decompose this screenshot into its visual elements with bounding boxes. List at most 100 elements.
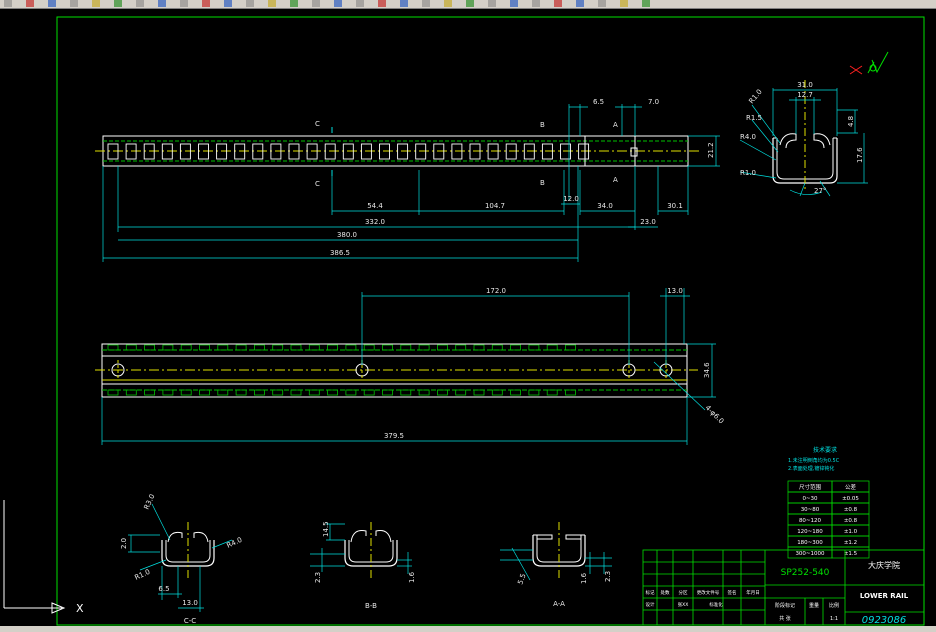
scale-value: 1:1 [830, 616, 838, 622]
notch-bottom [144, 389, 156, 396]
aa-dim-5-5: 5.5 [516, 572, 527, 585]
notch-top [565, 344, 576, 351]
notch-bottom [363, 389, 375, 396]
notch-bottom [162, 389, 174, 396]
notes-title: 技术要求 [813, 446, 837, 454]
stage-mark-label: 阶段标记 [775, 602, 795, 609]
notch-bottom [400, 389, 412, 396]
tolerance-table: 尺寸范围 公差 0~30 ±0.05 30~80 ±0.8 80~120 ±0.8 120~18… [787, 480, 870, 559]
front-view: 172.0 13.0 34.6 379.5 4-φ6.0 [95, 287, 725, 445]
dim-172-0: 172.0 [486, 287, 506, 295]
notch-bottom [528, 389, 540, 396]
title-block-field: 设计 [646, 601, 655, 608]
notch-bottom [491, 389, 503, 396]
title-block-label: 年月日 [746, 589, 760, 596]
school-name: 大庆学院 [868, 560, 900, 570]
aa-section-label: A-A [553, 600, 565, 608]
title-block-label: 签名 [728, 589, 737, 596]
tolerance-range: 300~1000 [795, 551, 825, 557]
notch-top [327, 344, 339, 351]
dim-379-5: 379.5 [384, 432, 404, 440]
dim-54-4: 54.4 [367, 202, 383, 210]
notch-bottom [473, 389, 485, 396]
title-block-field: 标准化 [709, 601, 723, 608]
notch-bottom [436, 389, 448, 396]
scale-label: 比例 [829, 602, 839, 609]
cc-radius-right: R4.0 [225, 536, 243, 550]
notch-top [217, 344, 229, 351]
cc-section-label: C-C [184, 617, 196, 625]
notch-bottom [345, 389, 357, 396]
radius-r1-0-bottom: R1.0 [740, 169, 756, 177]
section-a-top: A [613, 121, 618, 129]
notch-bottom [308, 389, 320, 396]
dim-6-5: 6.5 [593, 98, 604, 106]
cc-dim-6-5: 6.5 [158, 585, 169, 593]
tolerance-range: 80~120 [799, 518, 822, 524]
bb-dim-14-5: 14.5 [322, 521, 330, 537]
section-c-top: C [315, 120, 320, 128]
tolerance-value: ±0.8 [844, 518, 858, 524]
dim-34-6: 34.6 [703, 362, 711, 378]
part-code: SP252-540 [781, 568, 830, 578]
notch-top [546, 344, 558, 351]
weight-label: 重量 [809, 602, 819, 609]
notch-bottom [290, 389, 302, 396]
dim-13-0: 13.0 [667, 287, 683, 295]
dim-12-0: 12.0 [563, 195, 579, 203]
title-block-label: 标记 [646, 589, 655, 596]
section-b-top: B [540, 121, 545, 129]
notch-top [436, 344, 448, 351]
notch-top [180, 344, 192, 351]
title-block-label: 分区 [679, 589, 688, 596]
sheet-label: 共 张 [779, 615, 791, 622]
technical-notes: 技术要求 1.未注明倒角均为0.5C 2.表面处理,镀锌钝化 [788, 446, 840, 472]
title-block-field: 张XX [678, 601, 689, 608]
notch-top [144, 344, 156, 351]
notch-top [473, 344, 485, 351]
dim-23-0: 23.0 [640, 218, 656, 226]
title-block-label: 更改文件号 [697, 589, 720, 596]
section-a-bottom: A [613, 176, 618, 184]
cc-radius-bottom: R1.0 [133, 568, 151, 582]
notch-bottom [546, 389, 558, 396]
dim-21-2: 21.2 [707, 142, 715, 158]
notch-bottom [327, 389, 339, 396]
dim-332-0: 332.0 [365, 218, 385, 226]
drawing-number: 0923086 [862, 615, 907, 626]
dim-386-5: 386.5 [330, 249, 350, 257]
tolerance-value: 公差 [845, 483, 857, 491]
dim-104-7: 104.7 [485, 202, 505, 210]
part-name: LOWER RAIL [860, 592, 909, 600]
notch-bottom [510, 389, 522, 396]
tolerance-range: 0~30 [802, 496, 818, 502]
tolerance-range: 120~180 [797, 529, 823, 535]
notch-top [382, 344, 393, 351]
notch-bottom [199, 389, 210, 396]
cc-dim-13-0: 13.0 [182, 599, 198, 607]
bb-section-label: B-B [365, 602, 377, 610]
top-view: C C B B A A 6.5 7.0 54.4 104.7 12.0 34.0… [95, 98, 720, 262]
dim-12-7: 12.7 [797, 91, 813, 99]
notch-bottom [107, 389, 119, 396]
ucs-x-label: X [76, 602, 84, 615]
aa-dim-2-3: 2.3 [604, 571, 612, 582]
notch-top [491, 344, 503, 351]
notch-top [363, 344, 375, 351]
notch-top [253, 344, 265, 351]
cc-dim-2-0: 2.0 [120, 538, 128, 549]
tolerance-value: ±1.0 [844, 529, 858, 535]
tolerance-value: ±1.5 [844, 551, 858, 557]
notch-top [235, 344, 247, 351]
notch-bottom [253, 389, 265, 396]
radius-r1-5: R1.5 [746, 114, 762, 122]
notch-bottom [272, 389, 284, 396]
section-b-b: 14.5 2.3 1.6 B-B [310, 521, 416, 610]
notch-bottom [180, 389, 192, 396]
notch-top [125, 344, 137, 351]
dim-7-0: 7.0 [648, 98, 659, 106]
notch-top [510, 344, 522, 351]
tolerance-range: 30~80 [801, 507, 820, 513]
angle-27: 27° [814, 187, 826, 195]
notch-top [107, 344, 119, 351]
